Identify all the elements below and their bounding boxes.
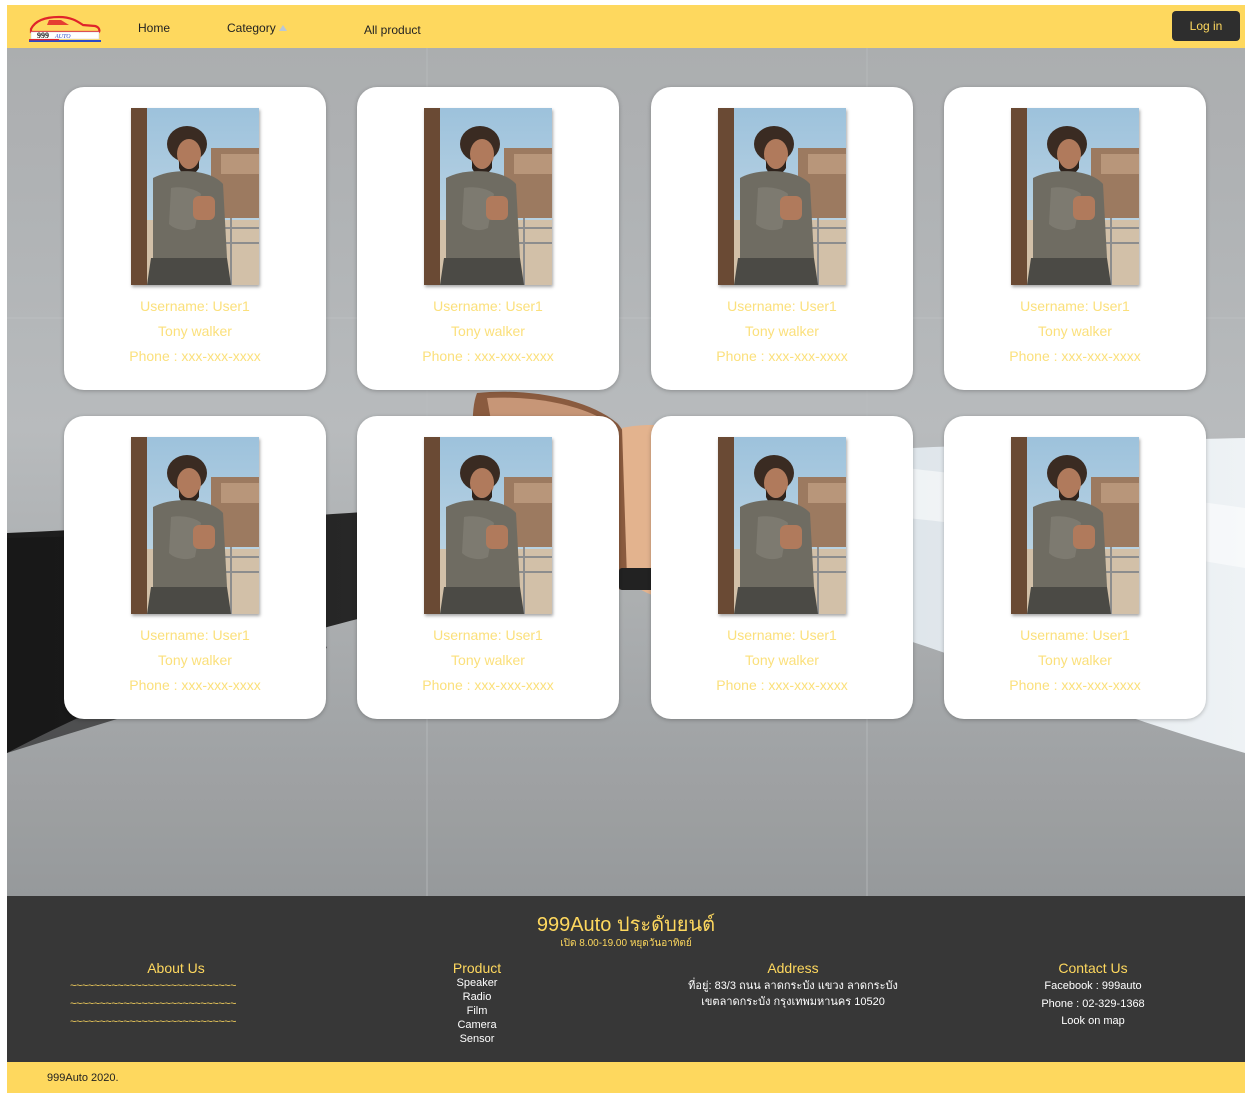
user-card[interactable]: Username: User1 Tony walker Phone : xxx-… bbox=[651, 416, 913, 719]
portrait-image bbox=[424, 108, 552, 285]
user-card[interactable]: Username: User1 Tony walker Phone : xxx-… bbox=[357, 416, 619, 719]
user-photo bbox=[1011, 437, 1139, 614]
caret-up-icon bbox=[278, 25, 287, 31]
user-photo bbox=[718, 108, 846, 285]
portrait-image bbox=[131, 108, 259, 285]
nav-home-link[interactable]: Home bbox=[138, 21, 170, 35]
card-name: Tony walker bbox=[451, 323, 525, 339]
card-username: Username: User1 bbox=[140, 298, 250, 314]
user-card[interactable]: Username: User1 Tony walker Phone : xxx-… bbox=[64, 416, 326, 719]
user-photo bbox=[1011, 108, 1139, 285]
nav-category-dropdown[interactable]: Category bbox=[227, 21, 287, 35]
product-item[interactable]: Film bbox=[427, 1004, 527, 1018]
product-item[interactable]: Sensor bbox=[427, 1032, 527, 1046]
page: 999 AUTO Home Category All product Log i… bbox=[7, 5, 1245, 1093]
contact-us-heading: Contact Us bbox=[1058, 960, 1128, 976]
card-name: Tony walker bbox=[745, 323, 819, 339]
user-card[interactable]: Username: User1 Tony walker Phone : xxx-… bbox=[357, 87, 619, 390]
card-name: Tony walker bbox=[451, 652, 525, 668]
site-logo[interactable]: 999 AUTO bbox=[25, 11, 103, 43]
look-on-map-link[interactable]: Look on map bbox=[1013, 1014, 1173, 1028]
portrait-image bbox=[424, 437, 552, 614]
product-item[interactable]: Camera bbox=[427, 1018, 527, 1032]
address-line: เขตลาดกระบัง กรุงเทพมหานคร 10520 bbox=[701, 996, 885, 1008]
card-phone: Phone : xxx-xxx-xxxx bbox=[716, 677, 848, 693]
portrait-image bbox=[718, 437, 846, 614]
user-card[interactable]: Username: User1 Tony walker Phone : xxx-… bbox=[944, 87, 1206, 390]
user-photo bbox=[424, 108, 552, 285]
address-heading: Address bbox=[767, 960, 819, 976]
user-card[interactable]: Username: User1 Tony walker Phone : xxx-… bbox=[651, 87, 913, 390]
card-phone: Phone : xxx-xxx-xxxx bbox=[422, 677, 554, 693]
hero-background: Username: User1 Tony walker Phone : xxx-… bbox=[7, 48, 1245, 896]
nav-category-label: Category bbox=[227, 21, 276, 35]
card-username: Username: User1 bbox=[433, 627, 543, 643]
contact-phone: Phone : 02-329-1368 bbox=[1041, 998, 1145, 1010]
card-name: Tony walker bbox=[1038, 652, 1112, 668]
card-phone: Phone : xxx-xxx-xxxx bbox=[129, 677, 261, 693]
user-photo bbox=[424, 437, 552, 614]
card-phone: Phone : xxx-xxx-xxxx bbox=[716, 348, 848, 364]
portrait-image bbox=[1011, 437, 1139, 614]
card-name: Tony walker bbox=[158, 652, 232, 668]
user-card[interactable]: Username: User1 Tony walker Phone : xxx-… bbox=[64, 87, 326, 390]
card-name: Tony walker bbox=[745, 652, 819, 668]
logo-text: 999 bbox=[37, 31, 49, 40]
card-username: Username: User1 bbox=[140, 627, 250, 643]
card-name: Tony walker bbox=[1038, 323, 1112, 339]
top-navbar: 999 AUTO Home Category All product Log i… bbox=[7, 5, 1245, 48]
card-phone: Phone : xxx-xxx-xxxx bbox=[129, 348, 261, 364]
card-username: Username: User1 bbox=[1020, 627, 1130, 643]
footer-opening-hours: เปิด 8.00-19.00 หยุดวันอาทิตย์ bbox=[560, 938, 692, 949]
user-photo bbox=[131, 108, 259, 285]
card-username: Username: User1 bbox=[1020, 298, 1130, 314]
product-item[interactable]: Radio bbox=[427, 990, 527, 1004]
nav-all-product-link[interactable]: All product bbox=[364, 23, 421, 37]
site-footer: 999Auto ประดับยนต์ เปิด 8.00-19.00 หยุดว… bbox=[7, 896, 1245, 1062]
card-username: Username: User1 bbox=[727, 627, 837, 643]
card-phone: Phone : xxx-xxx-xxxx bbox=[1009, 348, 1141, 364]
about-us-text-line: ~~~~~~~~~~~~~~~~~~~~~~~~~~~~ bbox=[70, 998, 236, 1010]
card-username: Username: User1 bbox=[727, 298, 837, 314]
card-phone: Phone : xxx-xxx-xxxx bbox=[422, 348, 554, 364]
about-us-heading: About Us bbox=[147, 960, 205, 976]
about-us-text-line: ~~~~~~~~~~~~~~~~~~~~~~~~~~~~ bbox=[70, 1016, 236, 1028]
contact-facebook[interactable]: Facebook : 999auto bbox=[1013, 979, 1173, 993]
user-photo bbox=[131, 437, 259, 614]
copyright-text: 999Auto 2020. bbox=[47, 1072, 119, 1084]
card-phone: Phone : xxx-xxx-xxxx bbox=[1009, 677, 1141, 693]
product-heading: Product bbox=[452, 960, 502, 976]
about-us-text-line: ~~~~~~~~~~~~~~~~~~~~~~~~~~~~ bbox=[70, 980, 236, 992]
login-button[interactable]: Log in bbox=[1172, 11, 1240, 41]
address-line: ที่อยู่: 83/3 ถนน ลาดกระบัง แขวง ลาดกระบ… bbox=[688, 980, 898, 992]
portrait-image bbox=[718, 108, 846, 285]
card-username: Username: User1 bbox=[433, 298, 543, 314]
portrait-image bbox=[131, 437, 259, 614]
portrait-image bbox=[1011, 108, 1139, 285]
product-item[interactable]: Speaker bbox=[427, 976, 527, 990]
user-photo bbox=[718, 437, 846, 614]
user-card[interactable]: Username: User1 Tony walker Phone : xxx-… bbox=[944, 416, 1206, 719]
copyright-bar: 999Auto 2020. bbox=[7, 1062, 1245, 1093]
card-name: Tony walker bbox=[158, 323, 232, 339]
